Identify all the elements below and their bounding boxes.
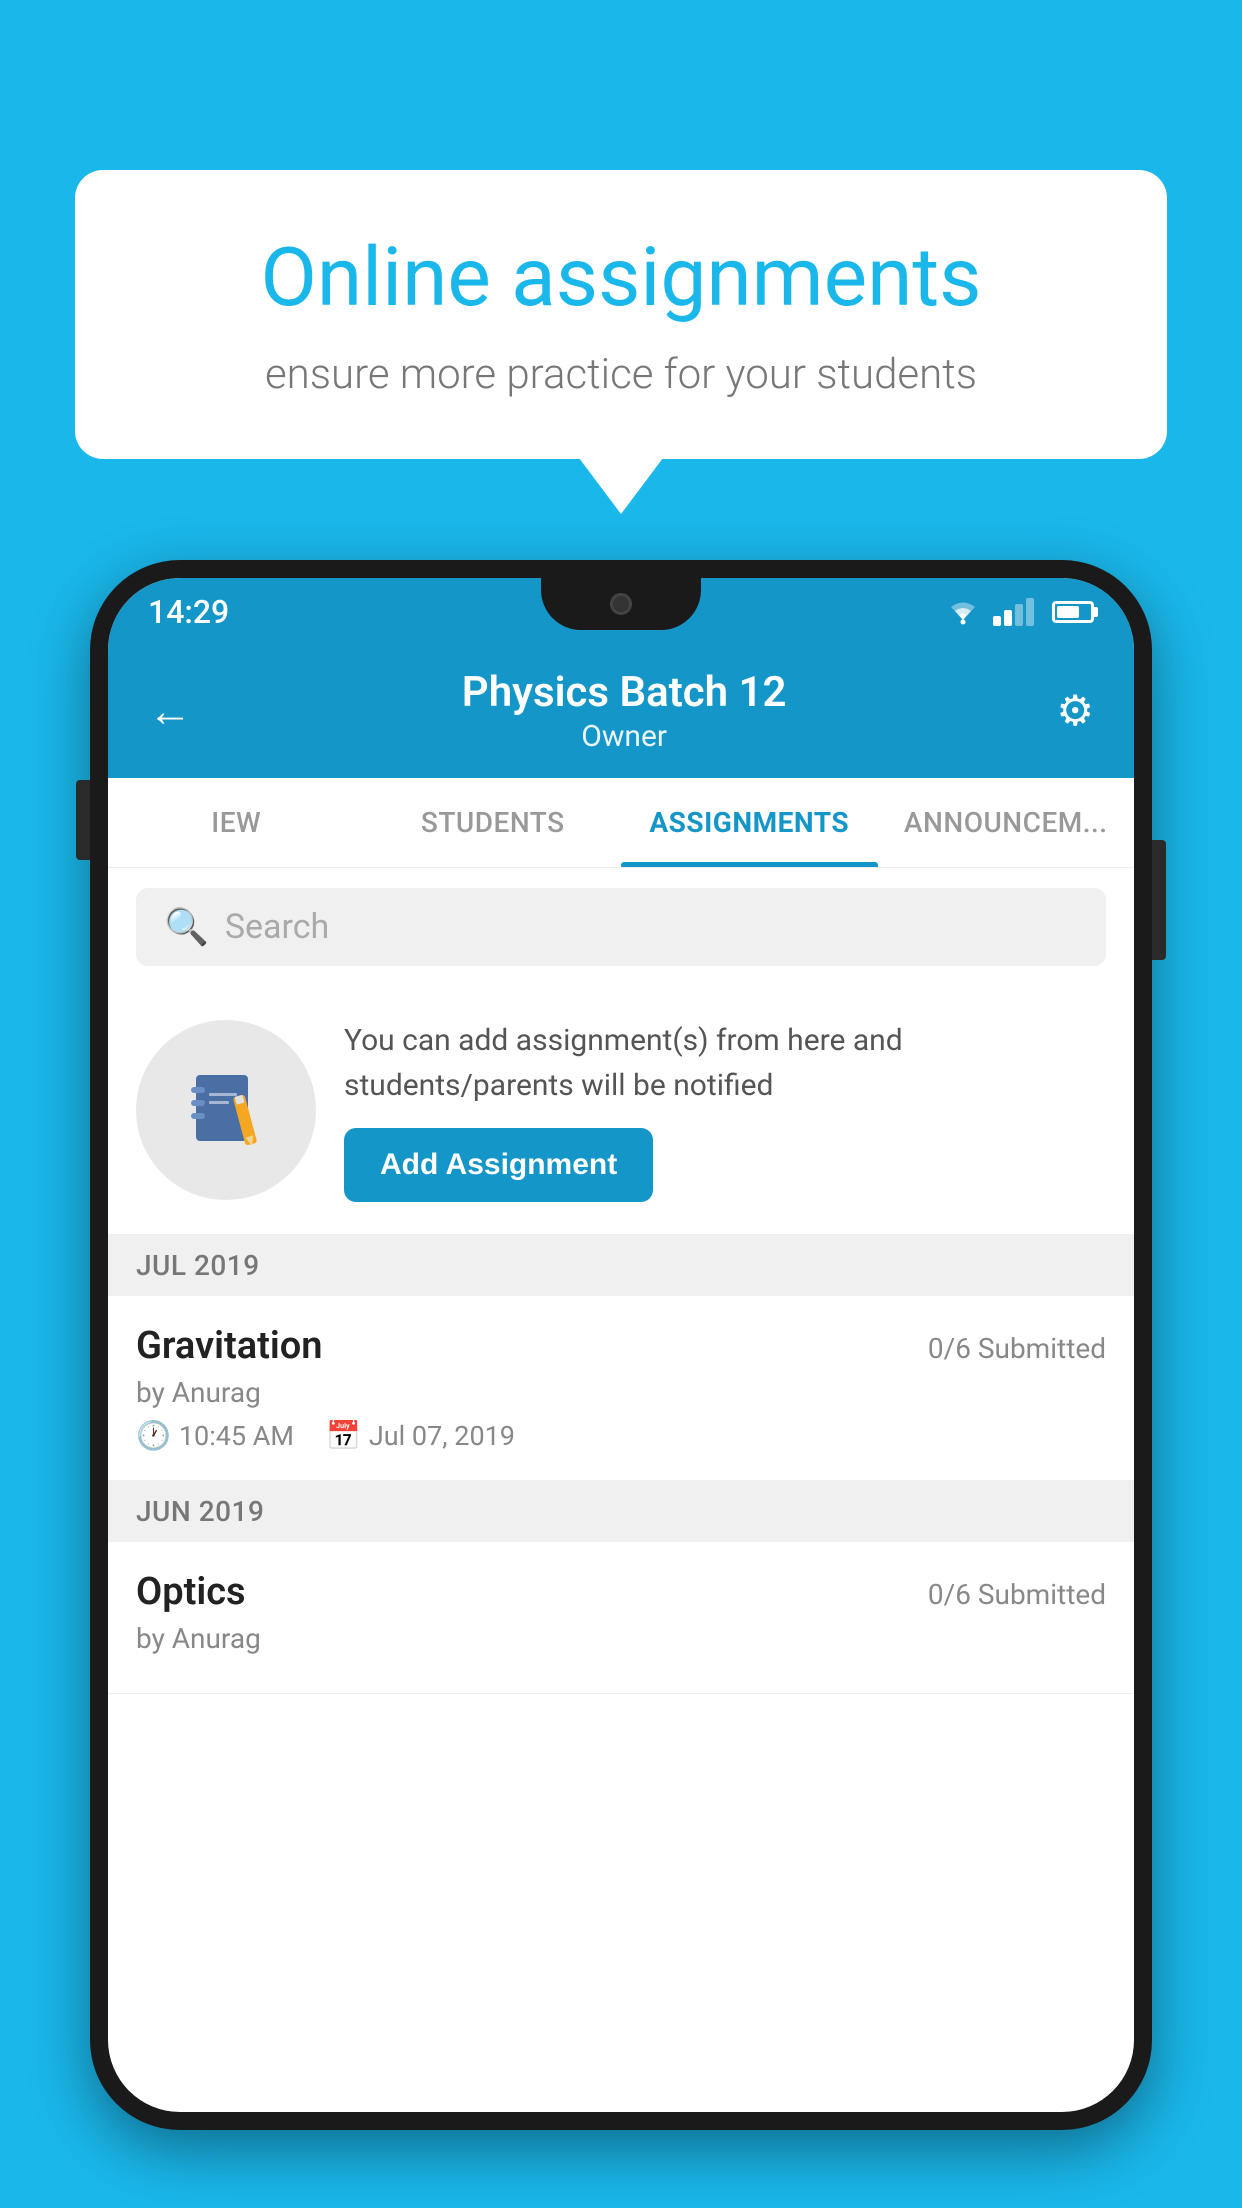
promo-description: You can add assignment(s) from here and … xyxy=(344,1018,1106,1108)
add-assignment-button[interactable]: Add Assignment xyxy=(344,1128,653,1202)
assignment-author: by Anurag xyxy=(136,1622,1106,1655)
assignment-time: 10:45 AM xyxy=(179,1420,294,1452)
header-title-block: Physics Batch 12 Owner xyxy=(462,668,787,754)
time-meta: 🕐 10:45 AM xyxy=(136,1419,294,1452)
assignment-row: Optics 0/6 Submitted xyxy=(136,1570,1106,1614)
tab-iew[interactable]: IEW xyxy=(108,778,365,867)
clock-icon: 🕐 xyxy=(136,1419,171,1452)
tab-students[interactable]: STUDENTS xyxy=(365,778,622,867)
assignment-icon-circle xyxy=(136,1020,316,1200)
assignment-submitted-count: 0/6 Submitted xyxy=(928,1578,1106,1611)
promo-subtitle: ensure more practice for your students xyxy=(145,350,1097,399)
notebook-icon xyxy=(181,1065,271,1155)
wifi-icon xyxy=(945,598,981,626)
assignment-title: Gravitation xyxy=(136,1324,323,1368)
assignment-author: by Anurag xyxy=(136,1376,1106,1409)
assignment-title: Optics xyxy=(136,1570,246,1614)
assignment-submitted-count: 0/6 Submitted xyxy=(928,1332,1106,1365)
search-placeholder: Search xyxy=(225,907,329,947)
search-icon: 🔍 xyxy=(164,906,209,948)
tab-announcements[interactable]: ANNOUNCEM... xyxy=(878,778,1135,867)
month-separator-jun: JUN 2019 xyxy=(108,1481,1134,1542)
date-meta: 📅 Jul 07, 2019 xyxy=(326,1419,515,1452)
app-header: ← Physics Batch 12 Owner ⚙ xyxy=(108,646,1134,778)
promo-title: Online assignments xyxy=(145,230,1097,326)
batch-role: Owner xyxy=(462,719,787,754)
search-bar[interactable]: 🔍 Search xyxy=(136,888,1106,966)
promo-card: Online assignments ensure more practice … xyxy=(75,170,1167,459)
month-separator-jul: JUL 2019 xyxy=(108,1235,1134,1296)
back-button[interactable]: ← xyxy=(148,685,192,737)
calendar-icon: 📅 xyxy=(326,1419,361,1452)
tab-bar: IEW STUDENTS ASSIGNMENTS ANNOUNCEM... xyxy=(108,778,1134,868)
phone-screen: 14:29 xyxy=(108,578,1134,2112)
phone-outer: 14:29 xyxy=(90,560,1152,2130)
tab-assignments[interactable]: ASSIGNMENTS xyxy=(621,778,878,867)
promo-section: You can add assignment(s) from here and … xyxy=(108,986,1134,1235)
assignment-row: Gravitation 0/6 Submitted xyxy=(136,1324,1106,1368)
promo-right: You can add assignment(s) from here and … xyxy=(344,1018,1106,1202)
search-container: 🔍 Search xyxy=(108,868,1134,986)
status-icons xyxy=(945,598,1094,626)
phone-wrapper: 14:29 xyxy=(90,560,1152,2208)
assignment-item-gravitation[interactable]: Gravitation 0/6 Submitted by Anurag 🕐 10… xyxy=(108,1296,1134,1481)
assignment-item-optics[interactable]: Optics 0/6 Submitted by Anurag xyxy=(108,1542,1134,1694)
assignment-date: Jul 07, 2019 xyxy=(369,1420,515,1452)
phone-notch xyxy=(541,578,701,630)
settings-button[interactable]: ⚙ xyxy=(1056,686,1094,736)
camera-icon xyxy=(610,593,632,615)
status-time: 14:29 xyxy=(148,593,229,631)
battery-icon xyxy=(1052,601,1094,623)
batch-name: Physics Batch 12 xyxy=(462,668,787,717)
signal-icon xyxy=(993,598,1034,626)
assignment-meta: 🕐 10:45 AM 📅 Jul 07, 2019 xyxy=(136,1419,1106,1452)
